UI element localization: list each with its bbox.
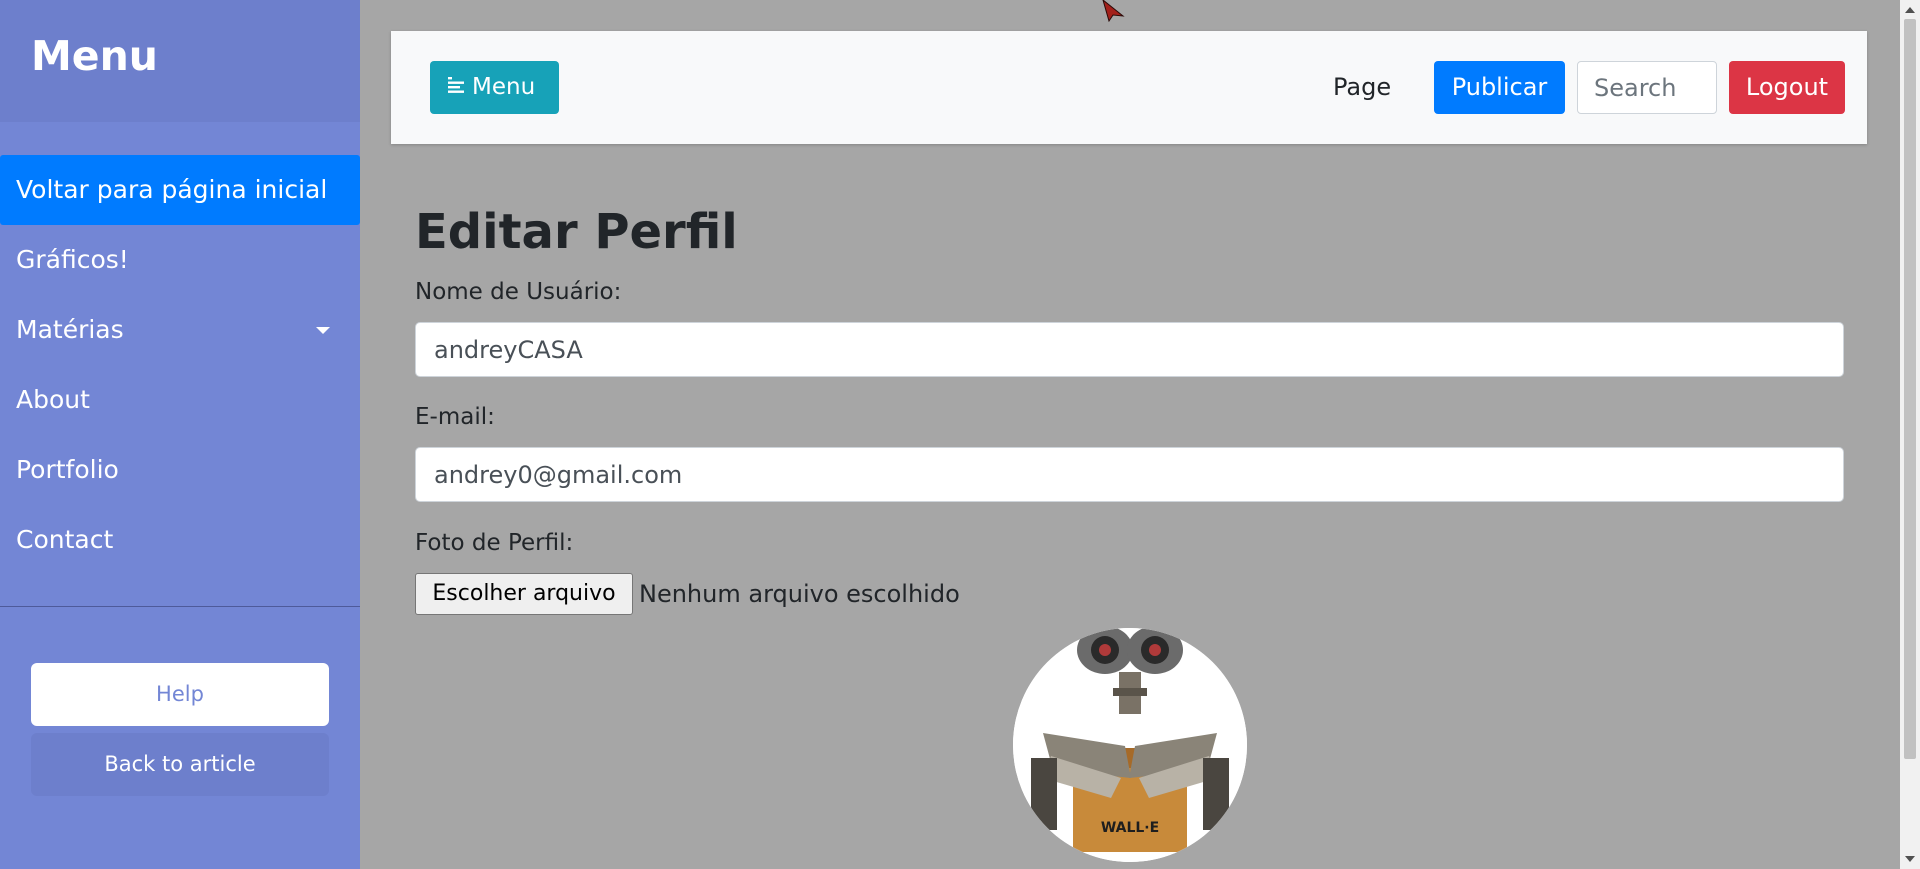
file-status-text: Nenhum arquivo escolhido (639, 580, 960, 608)
mouse-cursor-icon (1101, 0, 1125, 26)
sidebar-item-portfolio[interactable]: Portfolio (0, 435, 360, 505)
username-field[interactable] (415, 322, 1844, 377)
menu-toggle-button[interactable]: Menu (430, 61, 559, 114)
sidebar-nav: Voltar para página inicial Gráficos! Mat… (0, 155, 360, 575)
photo-label: Foto de Perfil: (415, 530, 574, 556)
email-label: E-mail: (415, 404, 495, 430)
choose-file-button[interactable]: Escolher arquivo (415, 573, 633, 615)
top-navbar: Menu Page Publicar Logout (391, 31, 1867, 144)
vertical-scrollbar[interactable] (1900, 0, 1920, 869)
menu-toggle-label: Menu (472, 74, 536, 100)
help-button[interactable]: Help (31, 663, 329, 726)
search-input[interactable] (1577, 61, 1717, 114)
scroll-down-arrow-icon[interactable] (1905, 856, 1915, 862)
email-field[interactable] (415, 447, 1844, 502)
sidebar-item-home[interactable]: Voltar para página inicial (0, 155, 360, 225)
scrollbar-thumb[interactable] (1904, 19, 1916, 759)
sidebar-item-about[interactable]: About (0, 365, 360, 435)
page-title: Editar Perfil (415, 204, 738, 260)
sidebar: Menu Voltar para página inicial Gráficos… (0, 0, 360, 869)
nav-link-page[interactable]: Page (1333, 61, 1391, 114)
sidebar-item-materias[interactable]: Matérias (0, 295, 360, 365)
sidebar-item-label: Matérias (16, 315, 124, 344)
caret-down-icon (316, 327, 330, 334)
sidebar-divider (0, 606, 360, 607)
profile-avatar: WALL·E (1013, 628, 1247, 862)
sidebar-item-graficos[interactable]: Gráficos! (0, 225, 360, 295)
robot-avatar-illustration: WALL·E (1013, 628, 1247, 862)
align-left-icon (448, 61, 466, 114)
avatar-label: WALL·E (1101, 820, 1159, 836)
scroll-up-arrow-icon[interactable] (1905, 7, 1915, 13)
username-label: Nome de Usuário: (415, 279, 622, 305)
sidebar-title: Menu (0, 0, 360, 122)
logout-button[interactable]: Logout (1729, 61, 1845, 114)
sidebar-item-contact[interactable]: Contact (0, 505, 360, 575)
back-to-article-button[interactable]: Back to article (31, 733, 329, 796)
publish-button[interactable]: Publicar (1434, 61, 1565, 114)
